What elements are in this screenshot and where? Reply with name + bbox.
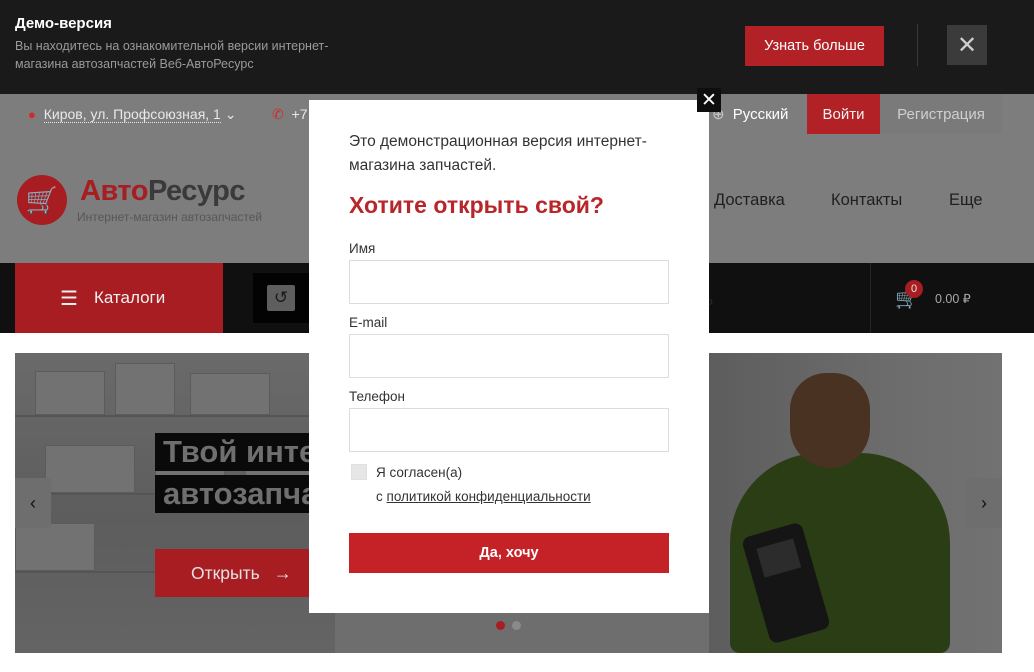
- logo-part-auto: Авто: [80, 175, 148, 207]
- open-label: Открыть: [191, 562, 260, 583]
- agree-prefix: с: [376, 489, 383, 504]
- name-label: Имя: [349, 241, 376, 256]
- close-icon[interactable]: ✕: [947, 25, 987, 65]
- register-button[interactable]: Регистрация: [880, 94, 1002, 134]
- name-field[interactable]: [349, 260, 669, 304]
- agree-checkbox[interactable]: [351, 464, 367, 480]
- catalog-button[interactable]: ☰ Каталоги: [15, 263, 223, 333]
- location-text: Киров, ул. Профсоюзная, 1: [43, 106, 221, 123]
- email-field[interactable]: [349, 334, 669, 378]
- nav-contacts[interactable]: Контакты: [831, 191, 902, 210]
- phone-field[interactable]: [349, 408, 669, 452]
- login-button[interactable]: Войти: [807, 94, 880, 134]
- parts-box: [15, 523, 95, 571]
- language-label: Русский: [732, 106, 789, 123]
- privacy-policy-link[interactable]: политикой конфиденциальности: [387, 489, 591, 504]
- scanner-screen: [756, 538, 802, 578]
- hero-title-line-2: автозапча: [155, 475, 327, 513]
- close-icon[interactable]: ✕: [697, 88, 721, 112]
- phone-label: Телефон: [349, 389, 406, 404]
- history-icon[interactable]: ↺: [267, 285, 295, 311]
- slider-prev-button[interactable]: ‹: [15, 478, 51, 528]
- agree-policy-line: с политикой конфиденциальности: [376, 489, 591, 504]
- demo-modal: Это демонстрационная версия интернет-маг…: [309, 100, 709, 613]
- shelf: [15, 415, 335, 417]
- email-label: E-mail: [349, 315, 388, 330]
- phone-number: +7: [291, 106, 308, 122]
- demo-title: Демо-версия: [15, 15, 112, 32]
- divider: [870, 263, 871, 333]
- worker-head: [790, 373, 870, 468]
- divider: [917, 24, 918, 66]
- logo-tagline: Интернет-магазин автозапчастей: [77, 210, 263, 224]
- location-selector[interactable]: ● Киров, ул. Профсоюзная, 1 ⌄: [28, 106, 236, 123]
- slider-dot[interactable]: [512, 621, 521, 630]
- nav-more[interactable]: Еще: [949, 191, 983, 210]
- language-selector[interactable]: ⊕ Русский: [712, 105, 788, 123]
- slider-next-button[interactable]: ›: [966, 478, 1002, 528]
- parts-box: [35, 371, 105, 415]
- cart-logo-icon[interactable]: 🛒: [17, 175, 67, 225]
- modal-intro: Это демонстрационная версия интернет-маг…: [349, 133, 647, 174]
- parts-box: [45, 445, 135, 493]
- open-store-button[interactable]: Открыть →: [155, 549, 315, 597]
- logo-part-resurs: Ресурс: [147, 175, 246, 207]
- parts-box: [115, 363, 175, 415]
- hero-title-line-1: Твой инте: [155, 433, 325, 471]
- menu-icon: ☰: [60, 287, 78, 310]
- agree-text: Я согласен(а): [376, 465, 463, 480]
- phone-icon: ✆: [272, 106, 284, 122]
- slider-dot-active[interactable]: [496, 621, 505, 630]
- submit-button[interactable]: Да, хочу: [349, 533, 669, 573]
- nav-delivery[interactable]: Доставка: [714, 191, 785, 210]
- map-pin-icon: ●: [28, 107, 36, 122]
- parts-box: [190, 373, 270, 415]
- learn-more-button[interactable]: Узнать больше: [745, 26, 884, 66]
- demo-description: Вы находитесь на ознакомительной версии …: [15, 39, 329, 71]
- cart-total[interactable]: 0.00 ₽: [935, 291, 971, 306]
- arrow-right-icon: →: [273, 562, 292, 583]
- catalog-label: Каталоги: [93, 288, 166, 307]
- chevron-down-icon: ⌄: [224, 106, 237, 122]
- cart-count-badge: 0: [905, 280, 923, 298]
- logo-wordmark[interactable]: АвтоРесурс: [80, 175, 246, 208]
- modal-heading: Хотите открыть свой?: [349, 192, 604, 218]
- demo-banner: Демо-версия Вы находитесь на ознакомител…: [0, 0, 1034, 94]
- phone-link[interactable]: ✆ +7: [272, 106, 308, 123]
